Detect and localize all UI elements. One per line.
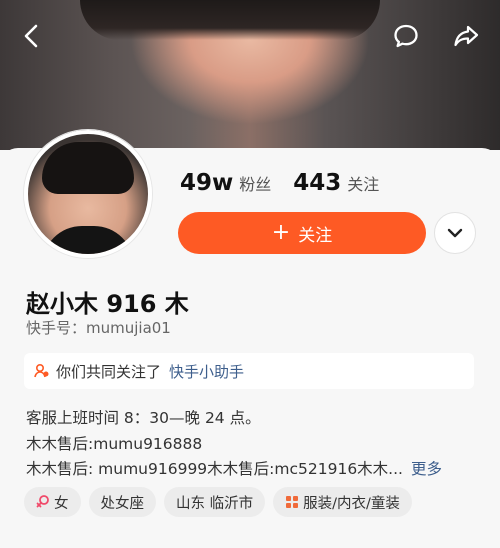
tag-gender[interactable]: 女 [24, 487, 81, 517]
grid-icon [285, 495, 299, 509]
avatar-shirt [42, 226, 134, 254]
cover-photo-hair [80, 0, 380, 40]
bio-line-1: 客服上班时间 8：30—晚 24 点。 [26, 409, 261, 427]
tag-category-label: 服装/内衣/童装 [303, 495, 400, 512]
tag-zodiac[interactable]: 处女座 [88, 487, 156, 517]
mutual-follow-bar[interactable]: 你们共同关注了 快手小助手 [24, 353, 474, 389]
follow-button[interactable]: + 关注 [178, 212, 426, 254]
share-arrow-icon [454, 25, 479, 47]
more-options-button[interactable] [434, 212, 476, 254]
profile-tags: 女 处女座 山东 临沂市 服装/内衣/童装 [24, 487, 420, 517]
share-button[interactable] [446, 16, 486, 56]
mutual-follow-text: 你们共同关注了 [56, 362, 162, 381]
bio-line-3: 木木售后: mumu916999木木售后:mc521916木木... 更多 [26, 457, 442, 479]
profile-stats: 49w 粉丝 443 关注 [180, 170, 401, 196]
back-button[interactable] [12, 16, 52, 56]
female-icon [36, 494, 50, 510]
follow-button-label: 关注 [298, 225, 333, 246]
back-arrow-icon [24, 24, 38, 48]
followers-label[interactable]: 粉丝 [239, 171, 271, 195]
tag-zodiac-label: 处女座 [100, 495, 145, 512]
kuaishou-id[interactable]: 快手号：mumujia01 [26, 317, 171, 338]
following-count[interactable]: 443 [293, 170, 341, 196]
avatar-hair [42, 142, 134, 194]
mutual-users-icon [34, 363, 50, 379]
comment-button[interactable] [386, 16, 426, 56]
tag-gender-label: 女 [54, 495, 69, 512]
tag-location-label: 山东 临沂市 [176, 495, 254, 512]
following-label[interactable]: 关注 [347, 171, 379, 195]
comment-bubble-icon [394, 24, 418, 48]
avatar[interactable] [24, 130, 152, 258]
profile-name: 赵小木 916 木 [26, 290, 189, 318]
tag-category[interactable]: 服装/内衣/童装 [273, 487, 412, 517]
followers-count[interactable]: 49w [180, 170, 233, 196]
chevron-down-icon [447, 228, 463, 238]
tag-location[interactable]: 山东 临沂市 [164, 487, 266, 517]
mutual-follow-account[interactable]: 快手小助手 [169, 361, 244, 382]
bio-more-link[interactable]: 更多 [411, 460, 442, 478]
plus-icon: + [271, 220, 291, 245]
bio-line-3-text: 木木售后: mumu916999木木售后:mc521916木木... [26, 460, 403, 478]
bio-line-2: 木木售后:mumu916888 [26, 435, 203, 453]
